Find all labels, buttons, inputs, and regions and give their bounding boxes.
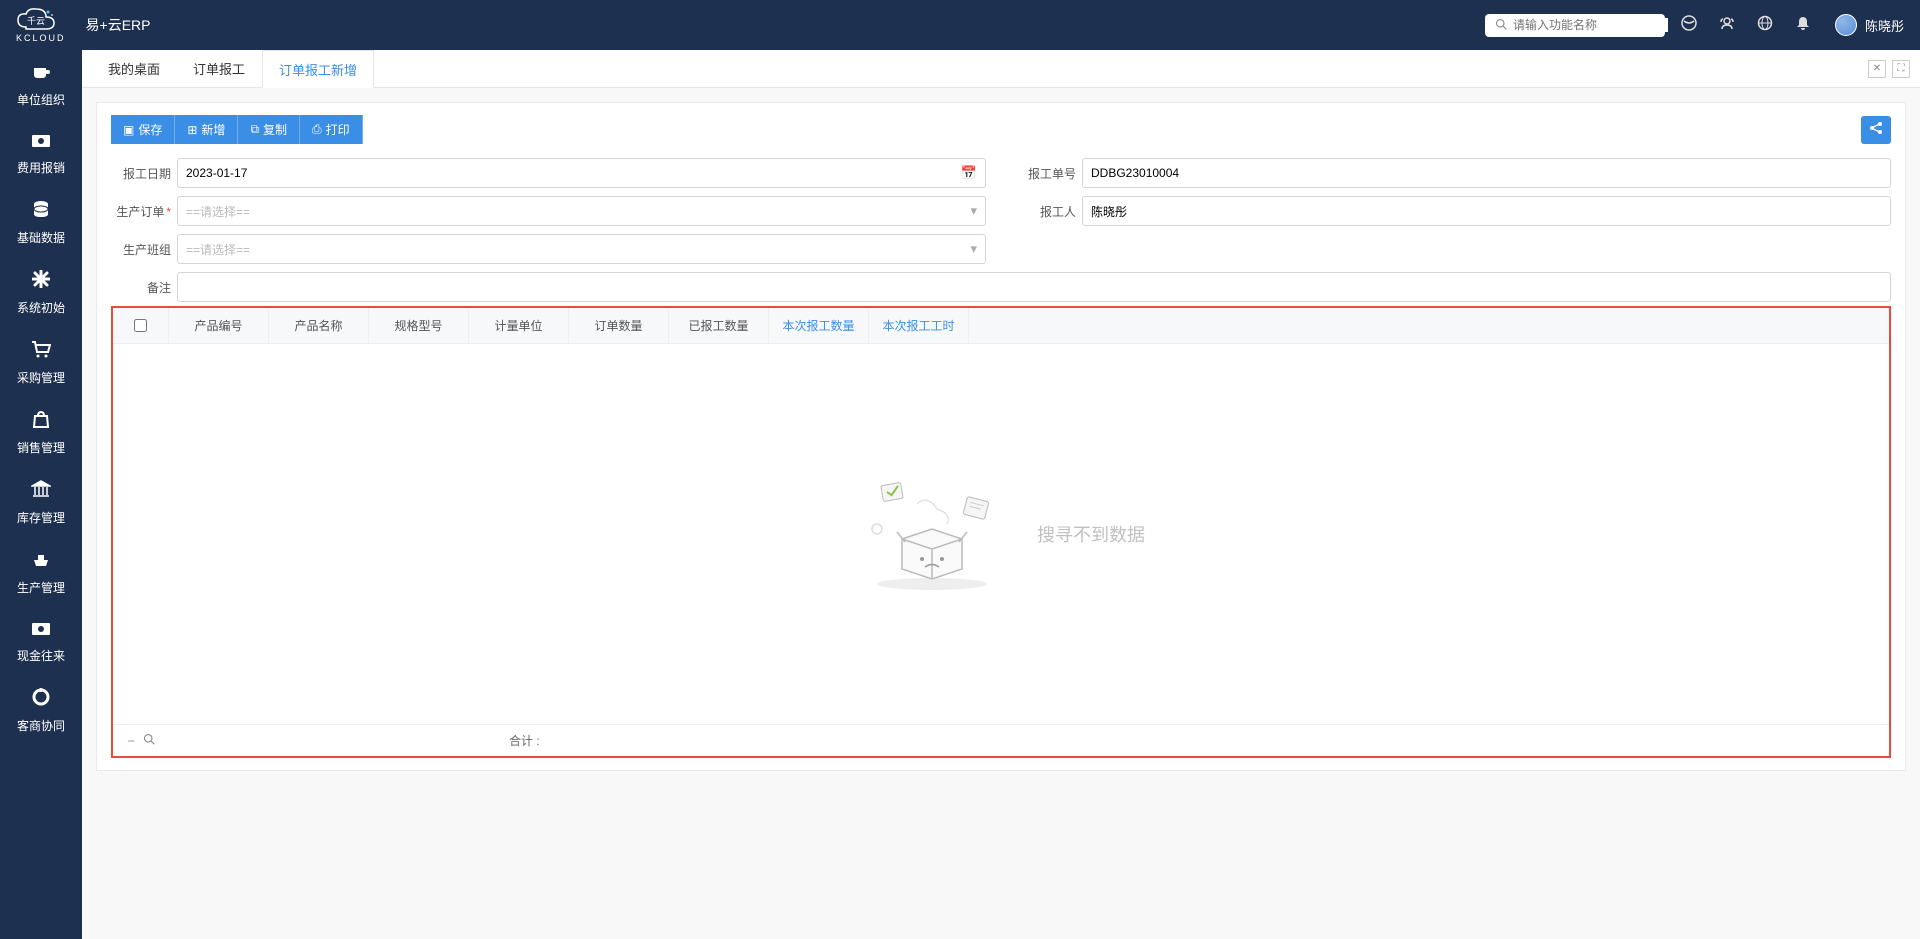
cash-icon [31,620,51,641]
sidebar-item-production[interactable]: 生产管理 [0,538,82,608]
col-order-qty: 订单数量 [569,308,669,343]
collapse-icon[interactable]: − [127,734,134,748]
col-product-no: 产品编号 [169,308,269,343]
sidebar-item-partner[interactable]: 客商协同 [0,676,82,746]
sidebar-item-expense[interactable]: 费用报销 [0,120,82,188]
tab-order-report-new[interactable]: 订单报工新增 [262,50,374,88]
new-button[interactable]: ⊞新增 [175,115,238,144]
field-team: 生产班组 ==请选择== ▾ [111,234,986,264]
search-box[interactable] [1485,14,1665,37]
reporter-input[interactable] [1082,196,1891,226]
sidebar-item-sysinit[interactable]: 系统初始 [0,258,82,328]
ship-icon [31,550,51,573]
chevron-down-icon: ▾ [970,203,977,219]
field-prod-order: 生产订单* ==请选择== ▾ [111,196,986,226]
bank-icon [31,480,51,503]
col-reported-qty: 已报工数量 [669,308,769,343]
globe-icon[interactable] [1757,15,1773,35]
browser-icon[interactable] [1681,15,1697,35]
sidebar: 单位组织 费用报销 基础数据 系统初始 采购管理 销售管理 库存管理 生产管理 … [0,50,82,939]
empty-box-icon [857,474,1007,594]
logo: 千云 KCLOUD [16,7,66,43]
form-panel: ▣保存 ⊞新增 ⧉复制 ⎙打印 报工日期 📅 [96,102,1906,771]
select-all-checkbox[interactable] [134,319,147,332]
sidebar-item-sales[interactable]: 销售管理 [0,398,82,468]
copy-icon: ⧉ [250,122,259,137]
chevron-down-icon: ▾ [970,241,977,257]
cart-icon [31,340,51,363]
col-unit: 计量单位 [469,308,569,343]
field-report-date: 报工日期 📅 [111,158,986,188]
support-icon[interactable] [1719,15,1735,35]
bag-icon [32,410,50,433]
table-footer: − 合计 : [113,724,1889,756]
select-all-col [113,308,169,343]
username: 陈晓彤 [1865,16,1904,35]
app-title: 易+云ERP [86,15,151,35]
field-remark: 备注 [111,272,1891,302]
sidebar-item-basedata[interactable]: 基础数据 [0,188,82,258]
search-input[interactable] [1513,18,1668,32]
main-area: 我的桌面 订单报工 订单报工新增 ✕ ⛶ ▣保存 ⊞新增 ⧉复制 ⎙打印 [82,50,1920,939]
empty-state: 搜寻不到数据 [113,344,1889,724]
print-icon: ⎙ [312,122,322,137]
top-icon-group [1681,15,1811,35]
field-reporter: 报工人 [1016,196,1891,226]
data-table: 产品编号 产品名称 规格型号 计量单位 订单数量 已报工数量 本次报工数量 本次… [111,306,1891,758]
avatar [1835,14,1857,36]
table-header: 产品编号 产品名称 规格型号 计量单位 订单数量 已报工数量 本次报工数量 本次… [113,308,1889,344]
share-button[interactable] [1861,116,1891,144]
docno-input[interactable] [1082,158,1891,188]
empty-text: 搜寻不到数据 [1037,521,1145,547]
toolbar: ▣保存 ⊞新增 ⧉复制 ⎙打印 [111,115,1891,144]
ring-icon [32,688,50,711]
print-button[interactable]: ⎙打印 [300,115,363,144]
plus-icon: ⊞ [187,123,197,137]
col-this-qty: 本次报工数量 [769,308,869,343]
save-icon: ▣ [123,123,134,137]
close-tab-icon[interactable]: ✕ [1868,60,1886,78]
date-input[interactable]: 📅 [177,158,986,188]
form-grid: 报工日期 📅 报工单号 生产订单* ==请选择== [111,158,1891,302]
sum-label: 合计 : [509,732,540,749]
field-doc-no: 报工单号 [1016,158,1891,188]
asterisk-icon [32,270,50,293]
tabs-bar: 我的桌面 订单报工 订单报工新增 ✕ ⛶ [82,50,1920,88]
search-icon [1495,18,1507,33]
svg-text:千云: 千云 [27,16,45,26]
expand-icon[interactable]: ⛶ [1892,60,1910,78]
coffee-icon [31,62,51,85]
calendar-icon[interactable]: 📅 [961,165,977,181]
tab-desktop[interactable]: 我的桌面 [92,50,177,87]
copy-button[interactable]: ⧉复制 [238,115,300,144]
sidebar-item-stock[interactable]: 库存管理 [0,468,82,538]
bell-icon[interactable] [1795,15,1811,35]
team-select[interactable]: ==请选择== ▾ [177,234,986,264]
user-menu[interactable]: 陈晓彤 [1835,14,1904,36]
col-spec: 规格型号 [369,308,469,343]
order-select[interactable]: ==请选择== ▾ [177,196,986,226]
col-this-hours: 本次报工工时 [869,308,969,343]
sidebar-item-org[interactable]: 单位组织 [0,50,82,120]
database-icon [32,200,50,223]
cloud-logo-icon: 千云 [16,7,56,35]
remark-input[interactable] [177,272,1891,302]
search-footer-icon[interactable] [143,733,155,748]
tab-actions: ✕ ⛶ [1868,50,1920,87]
tab-order-report[interactable]: 订单报工 [177,50,262,87]
money-icon [31,132,51,153]
sidebar-item-purchase[interactable]: 采购管理 [0,328,82,398]
col-product-name: 产品名称 [269,308,369,343]
required-mark: * [166,205,171,219]
topbar: 千云 KCLOUD 易+云ERP 陈晓彤 [0,0,1920,50]
save-button[interactable]: ▣保存 [111,115,175,144]
sidebar-item-cash[interactable]: 现金往来 [0,608,82,676]
share-icon [1869,121,1883,138]
